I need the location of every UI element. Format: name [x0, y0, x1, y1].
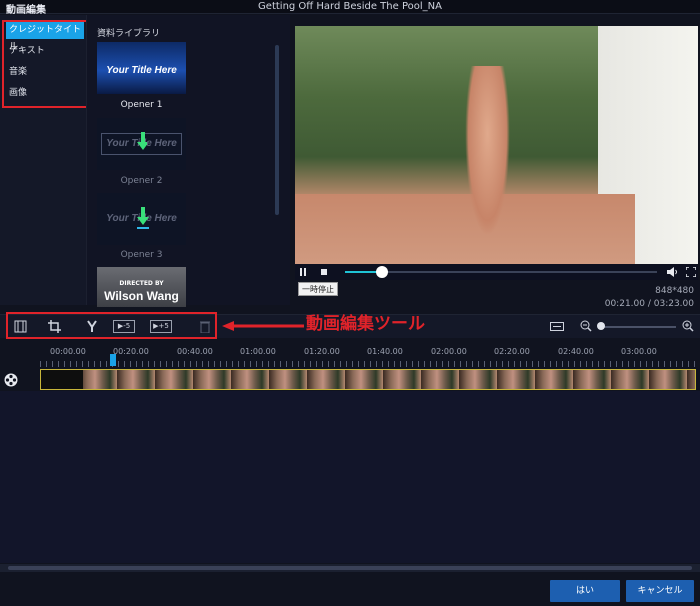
zoom-out-icon[interactable]	[580, 320, 592, 333]
library-item-label: Opener 1	[120, 100, 163, 110]
library-item-directed-by[interactable]: DIRECTED BY Wilson Wang	[97, 267, 186, 307]
ok-button[interactable]: はい	[550, 580, 620, 602]
video-track-clip[interactable]	[40, 369, 696, 390]
zoom-slider[interactable]	[598, 326, 676, 328]
preview-panel	[290, 15, 700, 305]
zoom-in-icon[interactable]	[682, 320, 694, 333]
ruler-tick: 03:00.00	[621, 347, 657, 356]
library-item-label: Opener 3	[120, 250, 163, 260]
resolution-readout: 848*480	[655, 286, 694, 296]
fullscreen-icon[interactable]	[686, 267, 696, 277]
fit-width-icon[interactable]	[550, 320, 564, 333]
video-track-icon	[4, 373, 18, 387]
title-bar: 動画編集 Getting Off Hard Beside The Pool_NA	[0, 0, 700, 16]
annotation-box-tools	[6, 312, 217, 339]
ruler-tick: 02:20.00	[494, 347, 530, 356]
seek-bar[interactable]	[345, 271, 657, 273]
timeline-playhead[interactable]	[110, 354, 116, 366]
ruler-tick-marks	[40, 361, 696, 367]
ruler-tick: 01:20.00	[304, 347, 340, 356]
library-item-opener-1[interactable]: Your Title Here	[97, 42, 186, 94]
ruler-tick: 02:40.00	[558, 347, 594, 356]
cancel-button[interactable]: キャンセル	[626, 580, 694, 602]
pause-tooltip: 一時停止	[298, 282, 338, 296]
library-title: 資料ライブラリ	[97, 29, 161, 39]
thumb-directed-text: DIRECTED BY	[119, 280, 164, 287]
timecode-readout: 00:21.00 / 03:23.00	[604, 299, 694, 309]
ruler-tick: 00:00.00	[50, 347, 86, 356]
annotation-label: 動画編集ツール	[306, 314, 425, 334]
pause-button[interactable]	[298, 267, 308, 277]
ruler-tick: 01:40.00	[367, 347, 403, 356]
timeline-empty-area[interactable]	[0, 391, 700, 563]
video-preview[interactable]	[295, 26, 698, 264]
ruler-tick: 00:20.00	[113, 347, 149, 356]
seek-handle[interactable]	[376, 266, 388, 278]
annotation-arrow-icon	[222, 321, 304, 331]
download-icon[interactable]	[137, 207, 149, 229]
video-subject	[465, 66, 510, 236]
zoom-handle[interactable]	[597, 322, 605, 330]
library-item-label: Opener 2	[120, 176, 163, 186]
annotation-box-categories	[2, 20, 88, 108]
ruler-tick: 01:00.00	[240, 347, 276, 356]
download-icon[interactable]	[137, 132, 147, 152]
stop-button[interactable]	[319, 267, 329, 277]
timeline-ruler[interactable]: 00:00.00 00:20.00 00:40.00 01:00.00 01:2…	[0, 339, 700, 369]
clip-black-segment	[41, 370, 83, 389]
ruler-tick: 02:00.00	[431, 347, 467, 356]
timeline-scrollbar[interactable]	[0, 564, 700, 572]
volume-icon[interactable]	[667, 267, 678, 277]
footer: はい キャンセル	[0, 572, 700, 606]
player-controls	[295, 264, 698, 280]
timeline-scroll-thumb[interactable]	[8, 566, 692, 570]
ruler-tick: 00:40.00	[177, 347, 213, 356]
library-scrollbar[interactable]	[275, 45, 279, 215]
thumb-title-text: Your Title Here	[106, 65, 177, 76]
library-panel: 資料ライブラリ Your Title Here Opener 1 Your Ti…	[86, 15, 290, 307]
thumb-name-text: Wilson Wang	[104, 289, 179, 303]
file-title: Getting Off Hard Beside The Pool_NA	[258, 1, 442, 12]
